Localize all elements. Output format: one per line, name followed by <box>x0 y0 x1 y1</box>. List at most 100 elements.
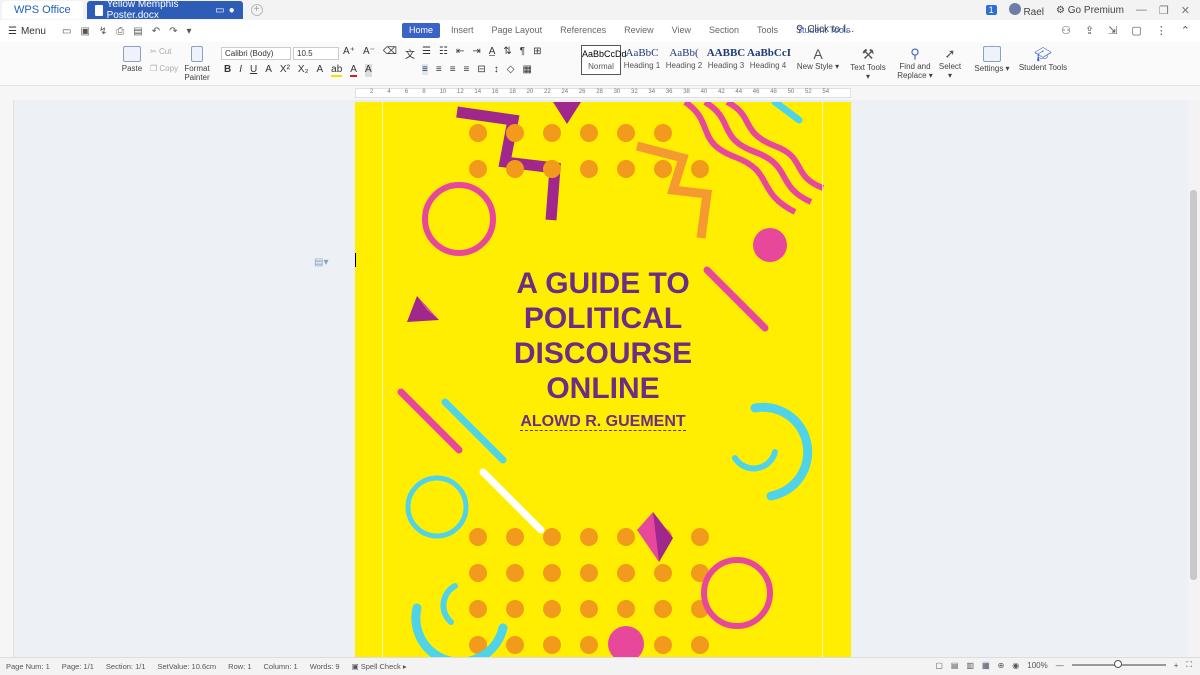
chinese-layout-icon[interactable]: A̲ <box>489 46 496 57</box>
collapse-ribbon-icon[interactable]: ⌃ <box>1181 24 1190 37</box>
copy-button[interactable]: ❐ Copy <box>150 64 184 73</box>
customize-toolbar-icon[interactable]: ▾ <box>187 26 192 37</box>
search-command[interactable]: ⚲ Click to f... <box>796 24 854 35</box>
status-page[interactable]: Page: 1/1 <box>56 662 100 671</box>
zoom-slider[interactable] <box>1071 660 1166 668</box>
zoom-slider-thumb[interactable] <box>1113 660 1122 668</box>
style-heading-2[interactable]: AaBb(Heading 2 <box>663 45 705 75</box>
subscript-icon[interactable]: X₂ <box>298 64 309 77</box>
numbering-icon[interactable]: ☷ <box>439 46 448 57</box>
line-spacing-icon[interactable]: ↕ <box>494 64 499 75</box>
grow-font-icon[interactable]: A⁺ <box>343 46 355 61</box>
style-heading-4[interactable]: AaBbCcI Heading 4 <box>747 45 791 75</box>
collaborate-icon[interactable]: ⚇ <box>1061 24 1071 37</box>
horizontal-ruler[interactable]: 2 4 6 8 10 12 14 16 18 20 22 24 26 28 30 32 34 36 38 40 42 44… <box>0 86 1200 100</box>
text-tools-button[interactable]: ⚒ Text Tools ▾ <box>848 46 888 81</box>
format-painter-button[interactable]: Format Painter <box>182 46 212 82</box>
text-effect-icon[interactable]: A <box>265 64 272 77</box>
shading-icon[interactable]: ◇ <box>507 64 515 75</box>
close-icon[interactable]: ✕ <box>1181 4 1190 17</box>
bold-icon[interactable]: B <box>224 64 231 77</box>
paragraph-layout-icon[interactable]: ▤▾ <box>314 257 328 268</box>
bullets-icon[interactable]: ☰ <box>422 46 431 57</box>
status-page-num[interactable]: Page Num: 1 <box>0 662 56 671</box>
align-center-icon[interactable]: ≡ <box>436 64 442 75</box>
poster-title[interactable]: A GUIDE TO POLITICAL DISCOURSE ONLINE <box>453 266 753 406</box>
font-name-select[interactable]: Calibri (Body) <box>221 47 291 60</box>
borders-icon[interactable]: ▦ <box>522 64 531 75</box>
style-heading-3[interactable]: AABBC Heading 3 <box>705 45 747 75</box>
main-menu-button[interactable]: ☰ Menu <box>0 26 46 37</box>
restore-icon[interactable]: ❐ <box>1159 4 1169 17</box>
export-icon[interactable]: ↯ <box>99 26 107 37</box>
increase-indent-icon[interactable]: ⇥ <box>472 46 480 57</box>
paste-button[interactable]: Paste <box>118 46 146 73</box>
new-style-button[interactable]: A New Style ▾ <box>796 46 840 71</box>
undo-icon[interactable]: ↶ <box>152 26 160 37</box>
style-normal[interactable]: AaBbCcDd Normal <box>581 45 627 75</box>
save-icon[interactable]: ▣ <box>80 26 89 37</box>
table-borders-icon[interactable]: ⊞ <box>533 46 541 57</box>
tab-view[interactable]: View <box>665 23 698 38</box>
zoom-level[interactable]: 100% <box>1027 661 1047 670</box>
spell-check-button[interactable]: ▣ Spell Check ▸ <box>346 662 413 671</box>
status-section[interactable]: Section: 1/1 <box>100 662 152 671</box>
add-tab-button[interactable]: + <box>250 4 263 16</box>
student-tools-button[interactable]: 🎓︎ Student Tools <box>1018 46 1068 72</box>
status-words[interactable]: Words: 9 <box>304 662 346 671</box>
highlight-icon[interactable]: ab <box>331 64 343 77</box>
align-left-icon[interactable]: ≡ <box>422 64 428 75</box>
document-tab[interactable]: Yellow Memphis Poster.docx ▭ ● <box>86 0 243 21</box>
screen-icon[interactable]: ▭ <box>215 5 224 16</box>
status-setvalue[interactable]: SetValue: 10.6cm <box>152 662 223 671</box>
char-shading-icon[interactable]: A <box>364 64 372 77</box>
print-preview-icon[interactable]: ▤ <box>133 26 142 37</box>
more-icon[interactable]: ⋮ <box>1156 24 1167 37</box>
tab-section[interactable]: Section <box>702 23 746 38</box>
settings-button[interactable]: Settings ▾ <box>972 46 1012 73</box>
justify-icon[interactable]: ≡ <box>464 64 470 75</box>
outline-view-icon[interactable]: ▥ <box>966 661 974 670</box>
print-layout-icon[interactable]: ▦ <box>982 660 990 670</box>
tab-tools[interactable]: Tools <box>750 23 785 38</box>
font-size-select[interactable]: 10.5 <box>293 47 339 60</box>
superscript-icon[interactable]: X² <box>280 64 290 77</box>
phonetic-icon[interactable]: 文 <box>405 46 415 61</box>
minimize-icon[interactable]: — <box>1136 4 1147 16</box>
share-icon[interactable]: ⇪ <box>1085 24 1094 37</box>
show-marks-icon[interactable]: ¶ <box>520 46 525 57</box>
tab-insert[interactable]: Insert <box>444 23 481 38</box>
zoom-out-icon[interactable]: — <box>1056 661 1064 670</box>
open-folder-icon[interactable]: ▭ <box>62 26 71 37</box>
change-case-icon[interactable]: A <box>316 64 323 77</box>
tab-review[interactable]: Review <box>617 23 661 38</box>
document-page[interactable]: A GUIDE TO POLITICAL DISCOURSE ONLINE AL… <box>355 102 851 657</box>
underline-icon[interactable]: U <box>250 64 257 77</box>
export-pdf-icon[interactable]: ⇲ <box>1108 24 1117 37</box>
fit-window-icon[interactable]: ⛶ <box>1186 660 1192 670</box>
select-button[interactable]: ➚ Select ▾ <box>936 46 964 80</box>
shrink-font-icon[interactable]: A⁻ <box>363 46 375 61</box>
find-replace-button[interactable]: ⚲ Find and Replace ▾ <box>896 46 934 80</box>
page-view-icon[interactable]: ▤ <box>951 661 959 670</box>
status-row[interactable]: Row: 1 <box>222 662 257 671</box>
clear-format-icon[interactable]: ⌫ <box>383 46 397 61</box>
italic-icon[interactable]: I <box>239 64 242 77</box>
go-premium-button[interactable]: ⚙ Go Premium <box>1056 5 1124 16</box>
font-color-icon[interactable]: A <box>350 64 357 77</box>
comment-icon[interactable]: ▢ <box>1131 24 1141 37</box>
zoom-in-icon[interactable]: + <box>1174 661 1179 670</box>
poster-author[interactable]: ALOWD R. GUEMENT <box>453 413 753 431</box>
redo-icon[interactable]: ↷ <box>169 26 177 37</box>
scrollbar-thumb[interactable] <box>1190 190 1197 580</box>
status-column[interactable]: Column: 1 <box>258 662 304 671</box>
vertical-ruler[interactable] <box>0 100 14 657</box>
cut-button[interactable]: ✂ Cut <box>150 47 180 56</box>
print-icon[interactable]: ⎙ <box>116 26 124 37</box>
tab-references[interactable]: References <box>553 23 613 38</box>
notification-badge[interactable]: 1 <box>985 5 997 15</box>
decrease-indent-icon[interactable]: ⇤ <box>456 46 464 57</box>
style-heading-1[interactable]: AaBbC Heading 1 <box>621 45 663 75</box>
vertical-scrollbar[interactable] <box>1188 100 1200 657</box>
tab-home[interactable]: Home <box>402 23 441 38</box>
